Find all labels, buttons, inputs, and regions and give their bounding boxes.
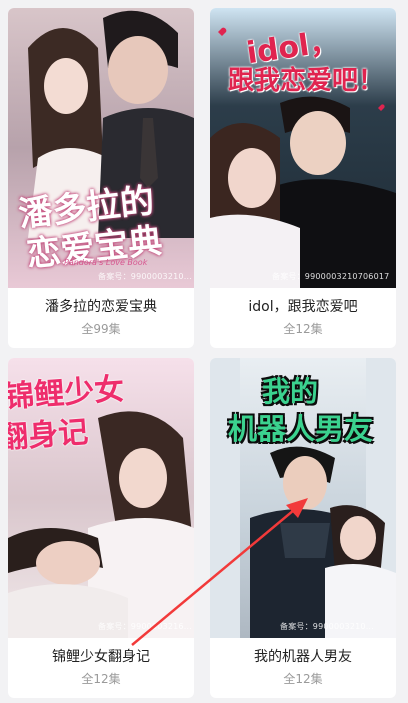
poster-watermark: 备案号：9900003216...: [98, 622, 192, 631]
drama-poster[interactable]: 我的 机器人男友 备案号：9900003210...: [210, 358, 396, 638]
drama-grid: 潘多拉的 恋爱宝典 Pandora's Love Book 备案号：990000…: [0, 0, 408, 703]
drama-poster[interactable]: 潘多拉的 恋爱宝典 Pandora's Love Book 备案号：990000…: [8, 8, 194, 288]
poster-watermark: 备案号：9900003210706017: [272, 272, 390, 281]
drama-poster[interactable]: idol， 跟我恋爱吧！ 备案号：9900003210706017: [210, 8, 396, 288]
drama-info: 锦鲤少女翻身记 全12集: [8, 638, 194, 698]
drama-title[interactable]: 锦鲤少女翻身记: [8, 647, 194, 667]
drama-poster[interactable]: 锦鲤少女 翻身记 备案号：9900003216...: [8, 358, 194, 638]
drama-info: 我的机器人男友 全12集: [210, 638, 396, 698]
drama-title[interactable]: 我的机器人男友: [210, 647, 396, 667]
poster-title-line1: 我的: [262, 375, 319, 408]
drama-episodes: 全99集: [81, 322, 121, 336]
poster-watermark: 备案号：9900003210...: [280, 622, 374, 631]
poster-title-line2: 机器人男友: [228, 412, 374, 446]
drama-card[interactable]: 潘多拉的 恋爱宝典 Pandora's Love Book 备案号：990000…: [8, 8, 194, 348]
drama-info: idol，跟我恋爱吧 全12集: [210, 288, 396, 348]
drama-card[interactable]: 我的 机器人男友 备案号：9900003210... 我的机器人男友 全12集: [210, 358, 396, 698]
poster-title-line2: 跟我恋爱吧！: [228, 66, 385, 96]
drama-title[interactable]: idol，跟我恋爱吧: [210, 297, 396, 317]
drama-episodes: 全12集: [283, 672, 323, 686]
poster-title-line2: 翻身记: [8, 414, 90, 457]
drama-info: 潘多拉的恋爱宝典 全99集: [8, 288, 194, 348]
drama-episodes: 全12集: [283, 322, 323, 336]
drama-episodes: 全12集: [81, 672, 121, 686]
drama-card[interactable]: idol， 跟我恋爱吧！ 备案号：9900003210706017 idol，跟…: [210, 8, 396, 348]
drama-title[interactable]: 潘多拉的恋爱宝典: [8, 297, 194, 317]
poster-subtitle: Pandora's Love Book: [64, 258, 148, 267]
poster-watermark: 备案号：9900003210...: [98, 272, 192, 281]
drama-card[interactable]: 锦鲤少女 翻身记 备案号：9900003216... 锦鲤少女翻身记 全12集: [8, 358, 194, 698]
